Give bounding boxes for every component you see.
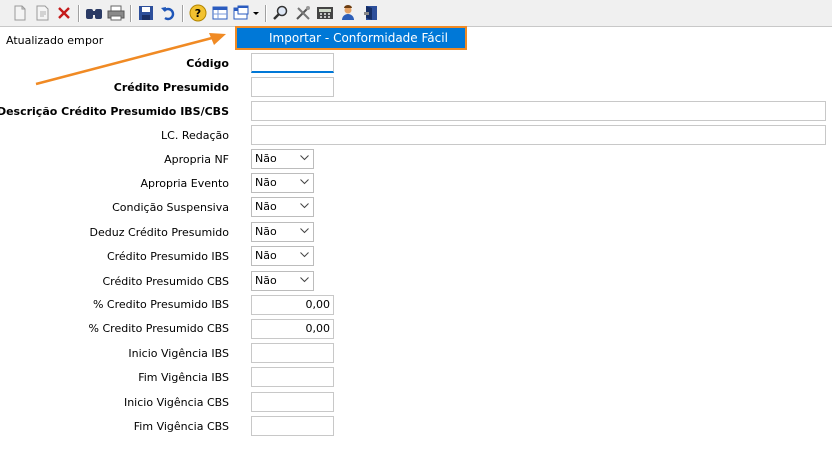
apropria-evento-value: Não xyxy=(255,176,277,189)
deduz-credito-select[interactable]: Não xyxy=(251,222,314,242)
toolbar-separator xyxy=(182,5,184,22)
descricao-label: Descrição Crédito Presumido IBS/CBS xyxy=(0,105,229,118)
delete-icon[interactable] xyxy=(54,3,74,23)
deduz-credito-label: Deduz Crédito Presumido xyxy=(89,226,229,239)
chevron-down-icon xyxy=(300,228,309,234)
credito-ibs-value: Não xyxy=(255,249,277,262)
inicio-cbs-field[interactable] xyxy=(251,392,334,412)
pct-ibs-field[interactable]: 0,00 xyxy=(251,295,334,315)
edit-icon[interactable] xyxy=(33,3,53,23)
toolbar-separator xyxy=(78,5,80,22)
table-icon[interactable] xyxy=(210,3,230,23)
credito-presumido-field[interactable] xyxy=(251,77,334,97)
help-icon[interactable]: ? xyxy=(188,3,208,23)
inicio-cbs-label: Inicio Vigência CBS xyxy=(123,396,229,409)
credito-cbs-label: Crédito Presumido CBS xyxy=(102,275,230,288)
window-dropdown-icon[interactable] xyxy=(232,3,262,23)
credito-cbs-select[interactable]: Não xyxy=(251,271,314,291)
condicao-suspensiva-value: Não xyxy=(255,200,277,213)
print-icon[interactable] xyxy=(106,3,126,23)
chevron-down-icon xyxy=(300,179,309,185)
chevron-down-icon xyxy=(300,277,309,283)
save-icon[interactable] xyxy=(136,3,156,23)
arrow-head xyxy=(209,33,226,45)
toolbar-separator xyxy=(130,5,132,22)
search-icon[interactable] xyxy=(270,3,290,23)
new-icon[interactable] xyxy=(10,3,30,23)
credito-presumido-label: Crédito Presumido xyxy=(113,81,229,94)
deduz-credito-value: Não xyxy=(255,225,277,238)
tools-icon[interactable] xyxy=(293,3,313,23)
codigo-field[interactable] xyxy=(251,53,334,73)
svg-text:?: ? xyxy=(195,7,201,20)
fim-ibs-label: Fim Vigência IBS xyxy=(138,371,229,384)
toolbar: ? xyxy=(0,0,832,27)
menu-item-importar-conformidade[interactable]: Importar - Conformidade Fácil xyxy=(235,26,467,50)
menu-item-label: Importar - Conformidade Fácil xyxy=(269,31,448,45)
chevron-down-icon xyxy=(300,203,309,209)
user-icon[interactable] xyxy=(338,3,358,23)
by-label: por xyxy=(85,34,104,47)
updated-label: Atualizado em: xyxy=(6,34,89,47)
credito-ibs-label: Crédito Presumido IBS xyxy=(106,250,229,263)
calculator-icon[interactable] xyxy=(315,3,335,23)
pct-cbs-label: % Credito Presumido CBS xyxy=(88,322,229,335)
condicao-suspensiva-label: Condição Suspensiva xyxy=(112,201,229,214)
apropria-evento-select[interactable]: Não xyxy=(251,173,314,193)
find-icon[interactable] xyxy=(84,3,104,23)
annotation-arrow xyxy=(35,33,226,86)
credito-cbs-value: Não xyxy=(255,274,277,287)
toolbar-separator xyxy=(265,5,267,22)
fim-ibs-field[interactable] xyxy=(251,367,334,387)
fim-cbs-field[interactable] xyxy=(251,416,334,436)
codigo-label: Código xyxy=(186,57,229,70)
fim-cbs-label: Fim Vigência CBS xyxy=(133,420,229,433)
lc-redacao-field[interactable] xyxy=(251,125,826,145)
apropria-nf-select[interactable]: Não xyxy=(251,149,314,169)
apropria-nf-value: Não xyxy=(255,152,277,165)
undo-icon[interactable] xyxy=(158,3,178,23)
inicio-ibs-label: Inicio Vigência IBS xyxy=(128,347,229,360)
chevron-down-icon xyxy=(300,155,309,161)
pct-ibs-label: % Credito Presumido IBS xyxy=(92,298,229,311)
pct-cbs-field[interactable]: 0,00 xyxy=(251,319,334,339)
descricao-field[interactable] xyxy=(251,101,826,121)
apropria-nf-label: Apropria NF xyxy=(164,153,229,166)
apropria-evento-label: Apropria Evento xyxy=(140,177,229,190)
credito-ibs-select[interactable]: Não xyxy=(251,246,314,266)
condicao-suspensiva-select[interactable]: Não xyxy=(251,197,314,217)
exit-icon[interactable] xyxy=(361,3,381,23)
lc-redacao-label: LC. Redação xyxy=(161,129,229,142)
inicio-ibs-field[interactable] xyxy=(251,343,334,363)
chevron-down-icon xyxy=(300,252,309,258)
